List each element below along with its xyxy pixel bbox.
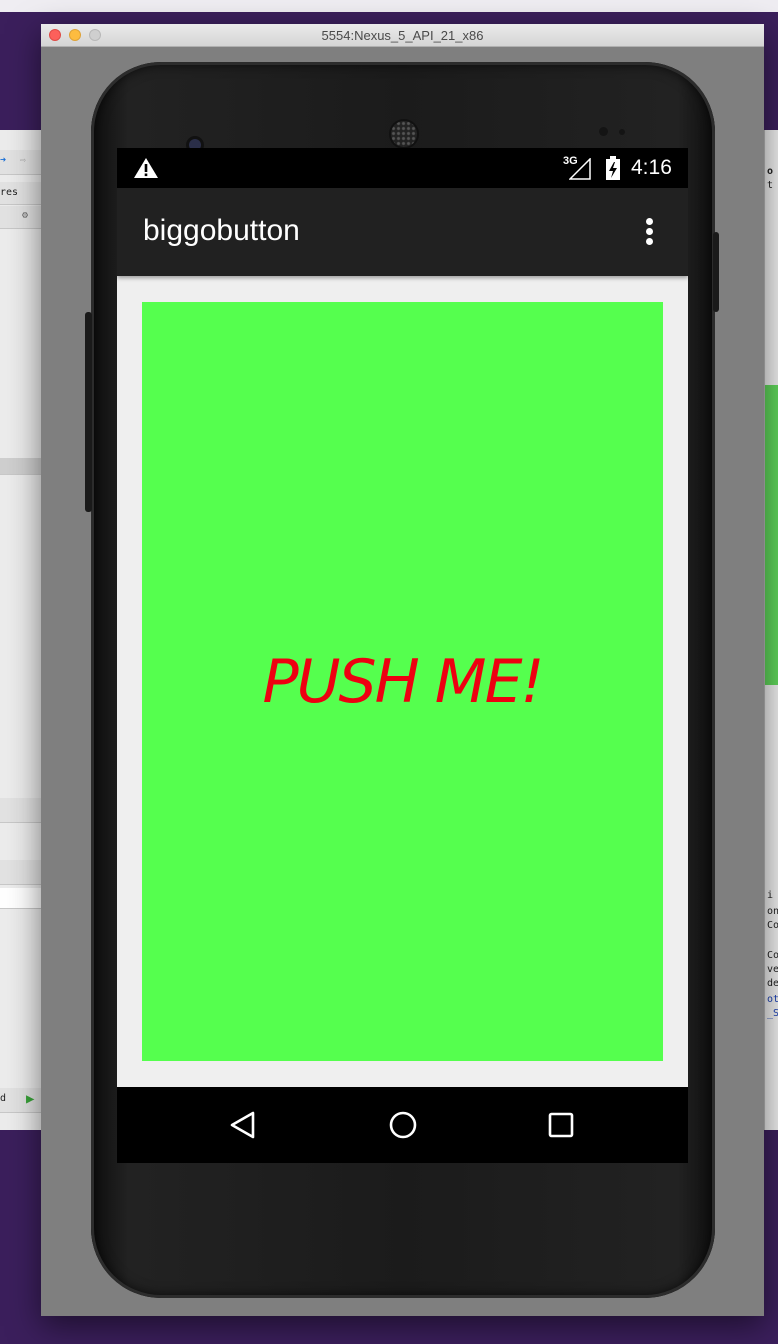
ide-right-fragment-3: i: [767, 890, 774, 901]
power-button[interactable]: [713, 232, 719, 312]
action-bar: biggobutton: [117, 188, 688, 276]
ide-toolbar-row: ➜ ⇨: [0, 150, 44, 175]
earpiece-speaker: [391, 121, 417, 147]
ide-dropdown[interactable]: [0, 888, 44, 909]
proximity-sensor: [599, 127, 608, 136]
ide-right-fragment-1: o: [767, 166, 774, 177]
emulator-window: 5554:Nexus_5_API_21_x86 3G 4:16 biggobut…: [41, 24, 764, 1316]
ide-panel-header: [0, 798, 44, 823]
navigation-bar: [117, 1087, 688, 1163]
push-me-label: PUSH ME!: [262, 646, 544, 717]
ide-right-fragment-10: _SW: [767, 1008, 778, 1019]
ide-divider: [0, 458, 44, 475]
ide-settings-row: ⚙: [0, 206, 44, 229]
ide-preview-panel: [765, 385, 778, 685]
recents-icon[interactable]: [539, 1103, 583, 1147]
phone-frame: 3G 4:16 biggobutton PUSH ME!: [85, 62, 719, 1298]
window-titlebar[interactable]: 5554:Nexus_5_API_21_x86: [41, 24, 764, 47]
background-ide-window-left: ➜ ⇨ res ⚙ d ▶: [0, 130, 45, 1130]
ide-right-fragment-8: de: [767, 978, 778, 989]
run-icon[interactable]: ▶: [26, 1091, 34, 1107]
volume-button[interactable]: [85, 312, 92, 512]
device-screen: 3G 4:16 biggobutton PUSH ME!: [117, 148, 688, 1163]
app-title: biggobutton: [143, 214, 300, 247]
gear-icon[interactable]: ⚙: [22, 210, 28, 221]
ide-bottom-label: d: [0, 1093, 7, 1104]
ide-right-fragment-7: ve: [767, 964, 778, 975]
ide-forward-icon[interactable]: ⇨: [20, 155, 26, 166]
ide-right-fragment-9: ot: [767, 994, 778, 1005]
push-me-button[interactable]: PUSH ME!: [142, 302, 663, 1061]
ide-bottom-bar: d ▶: [0, 1088, 44, 1113]
signal-icon: [569, 158, 591, 180]
battery-icon: [606, 156, 620, 180]
status-clock: 4:16: [631, 156, 672, 179]
desktop-top-strip: [0, 0, 778, 12]
back-icon[interactable]: [221, 1103, 265, 1147]
ide-arrow-icon[interactable]: ➜: [0, 155, 6, 166]
more-vert-icon[interactable]: [637, 218, 661, 248]
ide-breadcrumb-res[interactable]: res: [0, 187, 18, 198]
ide-breadcrumb-row: res: [0, 182, 44, 205]
warning-icon: [134, 158, 158, 178]
status-bar: 3G 4:16: [117, 148, 688, 188]
background-ide-window-right: o t t i ons Con Con ve de ot _SW: [764, 130, 778, 1130]
home-icon[interactable]: [381, 1103, 425, 1147]
light-sensor: [619, 129, 625, 135]
ide-right-fragment-5: Con: [767, 920, 778, 931]
ide-right-fragment-4: ons: [767, 906, 778, 917]
window-title: 5554:Nexus_5_API_21_x86: [321, 28, 484, 43]
ide-right-fragment-6: Con: [767, 950, 778, 961]
ide-panel-toolbar: [0, 860, 44, 885]
ide-right-fragment-2: t t: [767, 180, 778, 191]
